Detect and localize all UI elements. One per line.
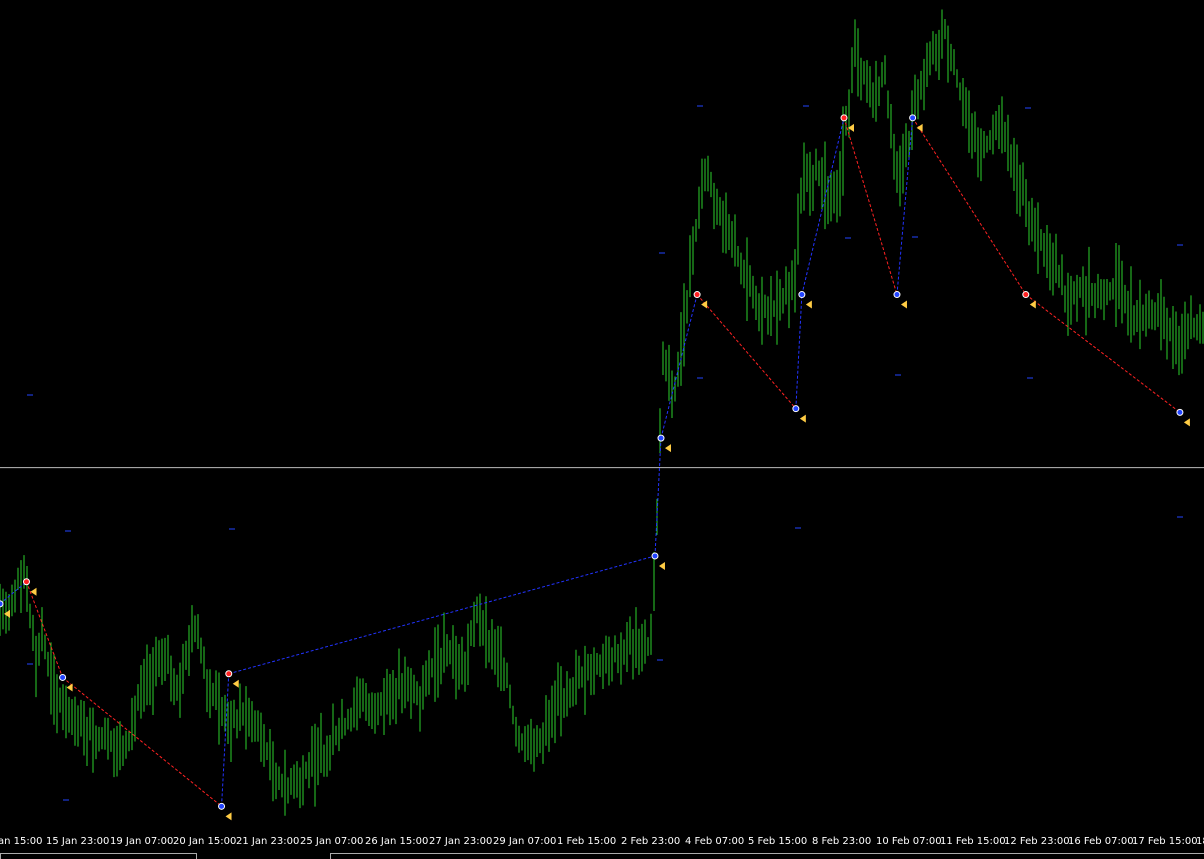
time-tick-label: 16 Feb 07:00: [1068, 836, 1134, 847]
signal-marker: [792, 405, 800, 413]
signal-marker: [1022, 291, 1030, 299]
signal-arrow: [799, 414, 806, 423]
signal-marker: [893, 291, 901, 299]
zigzag-segment: [801, 117, 845, 295]
zigzag-segment: [0, 581, 27, 605]
signal-marker: [909, 114, 917, 122]
time-tick-label: 8 Feb 23:00: [812, 836, 872, 847]
zigzag-segment: [654, 438, 662, 556]
signal-arrow: [225, 812, 232, 821]
signal-marker: [0, 600, 4, 608]
signal-arrow: [701, 300, 708, 309]
signal-arrow: [664, 444, 671, 453]
price-bars: [0, 9, 1204, 816]
time-tick-label: 17 Feb 15:00: [1132, 836, 1198, 847]
signal-marker: [1176, 408, 1184, 416]
zigzag-segment: [1025, 294, 1181, 413]
signal-marker: [59, 673, 67, 681]
signal-marker: [651, 552, 659, 560]
zigzag-segment: [62, 677, 222, 807]
signal-arrow: [232, 679, 239, 688]
time-tick-label: 18: [1196, 836, 1204, 847]
signal-arrow: [900, 300, 907, 309]
bottom-tab-left[interactable]: [0, 853, 197, 859]
signal-marker: [840, 114, 848, 122]
signal-arrow: [658, 561, 665, 570]
time-tick-label: 4 Feb 07:00: [685, 836, 745, 847]
time-tick-label: 21 Jan 23:00: [236, 836, 300, 847]
time-tick-label: an 15:00: [0, 836, 43, 847]
time-tick-label: 26 Jan 15:00: [365, 836, 429, 847]
signal-marker: [657, 434, 665, 442]
signal-arrow: [805, 300, 812, 309]
signal-arrow: [916, 123, 923, 132]
zigzag-segment: [795, 294, 803, 409]
time-tick-label: 27 Jan 23:00: [429, 836, 493, 847]
signal-arrow: [4, 609, 10, 618]
time-tick-label: 12 Feb 23:00: [1004, 836, 1070, 847]
time-tick-label: 11 Feb 15:00: [940, 836, 1006, 847]
zigzag-segment: [843, 117, 898, 295]
time-tick-label: 19 Jan 07:00: [110, 836, 174, 847]
zigzag-segment: [896, 117, 914, 295]
time-tick-label: 15 Jan 23:00: [46, 836, 110, 847]
time-tick-label: 10 Feb 07:00: [876, 836, 942, 847]
signal-marker: [798, 291, 806, 299]
time-tick-label: 5 Feb 15:00: [748, 836, 808, 847]
bottom-tab-right[interactable]: [330, 853, 1204, 859]
zigzag-segment: [696, 294, 797, 410]
signal-markers: [0, 105, 1190, 821]
zigzag-lines: [0, 117, 1181, 807]
signal-arrow: [30, 587, 37, 596]
time-tick-label: 2 Feb 23:00: [621, 836, 681, 847]
time-tick-label: 1 Feb 15:00: [557, 836, 617, 847]
price-chart[interactable]: [0, 0, 1204, 832]
time-tick-label: 29 Jan 07:00: [493, 836, 557, 847]
time-tick-label: 20 Jan 15:00: [173, 836, 237, 847]
signal-marker: [22, 578, 30, 586]
signal-arrow: [66, 683, 73, 692]
signal-marker: [693, 291, 701, 299]
signal-arrow: [1029, 300, 1036, 309]
zigzag-segment: [26, 581, 64, 678]
signal-marker: [218, 802, 226, 810]
signal-marker: [225, 670, 233, 678]
signal-arrow: [1183, 418, 1190, 427]
time-tick-label: 25 Jan 07:00: [300, 836, 364, 847]
